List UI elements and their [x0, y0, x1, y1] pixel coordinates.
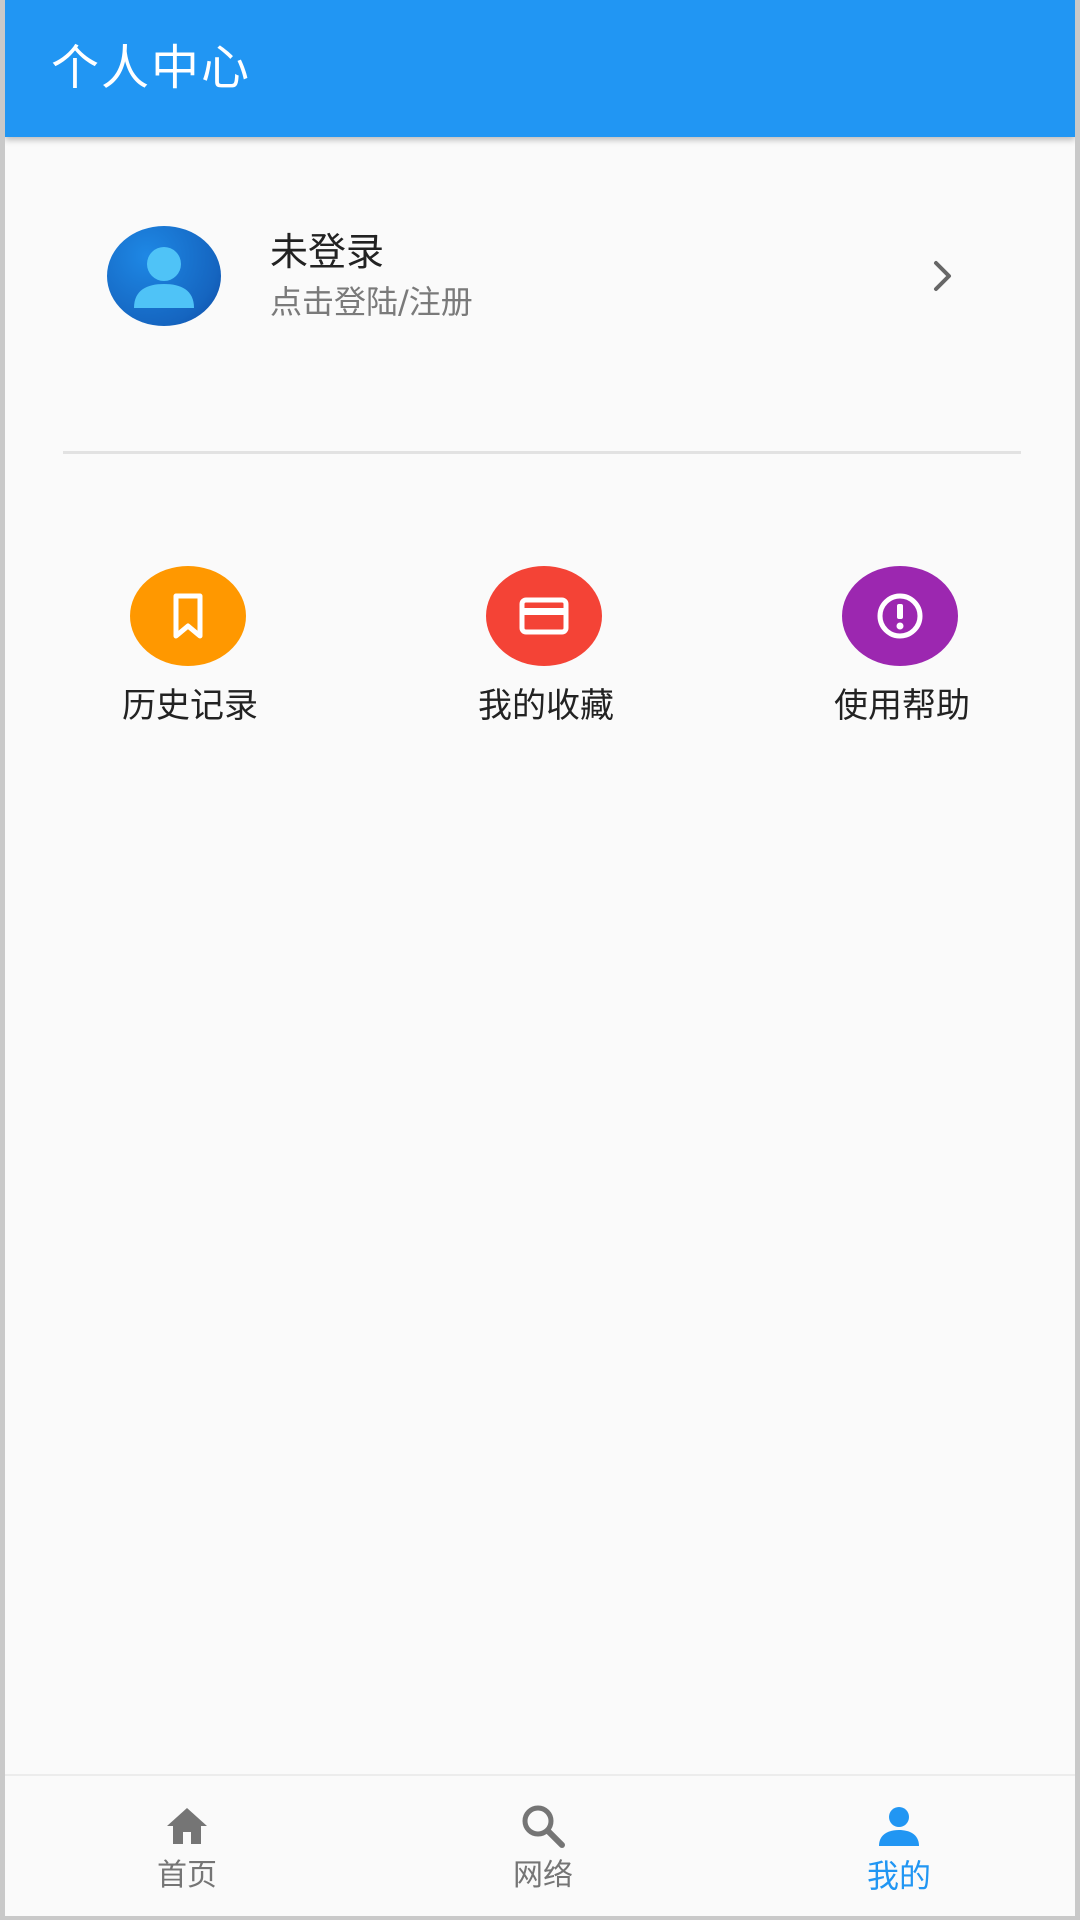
favorites-button[interactable]: 我的收藏	[426, 562, 666, 732]
help-icon-circle	[842, 566, 958, 666]
history-label: 历史记录	[122, 686, 258, 726]
info-icon	[877, 593, 923, 639]
login-profile-row[interactable]: 未登录 点击登陆/注册	[5, 190, 1075, 360]
nav-home[interactable]: 首页	[87, 1776, 287, 1916]
page-title: 个人中心	[51, 40, 252, 96]
login-status: 未登录	[270, 230, 385, 274]
nav-mine-label: 我的	[866, 1857, 931, 1895]
favorites-icon-circle	[486, 566, 602, 666]
history-button[interactable]: 历史记录	[70, 562, 310, 732]
nav-network[interactable]: 网络	[443, 1776, 643, 1916]
bottom-navigation: 首页 网络 我的	[5, 1774, 1075, 1916]
nav-mine[interactable]: 我的	[799, 1776, 999, 1916]
help-button[interactable]: 使用帮助	[782, 562, 1022, 732]
divider	[63, 451, 1021, 454]
credit-card-icon	[519, 597, 569, 635]
search-icon	[522, 1805, 565, 1848]
login-hint: 点击登陆/注册	[270, 283, 473, 321]
app-screen: 个人中心 未登录 点击登陆/注册 历史记录 我的收藏 使用帮助 首页 网络 我的	[5, 0, 1075, 1916]
app-bar: 个人中心	[5, 0, 1075, 137]
person-icon	[879, 1807, 919, 1846]
help-label: 使用帮助	[834, 686, 970, 726]
favorites-label: 我的收藏	[478, 686, 614, 726]
chevron-right-icon	[934, 261, 951, 291]
history-icon-circle	[130, 566, 246, 666]
avatar	[107, 226, 221, 326]
bookmark-icon	[173, 593, 203, 639]
home-icon	[167, 1808, 207, 1844]
nav-network-label: 网络	[513, 1858, 573, 1893]
nav-home-label: 首页	[157, 1858, 217, 1893]
person-icon	[134, 247, 194, 308]
